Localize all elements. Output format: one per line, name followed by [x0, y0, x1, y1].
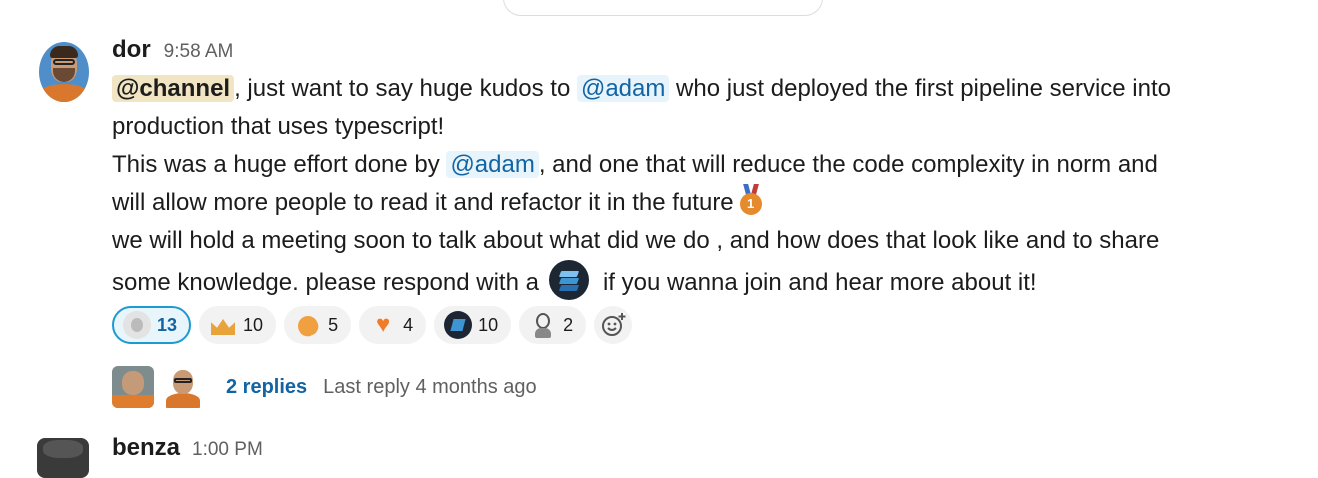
user-mention[interactable]: @adam: [446, 151, 539, 178]
message-text: who just deployed the first pipeline ser…: [669, 75, 1171, 102]
next-author-name[interactable]: benza: [112, 434, 180, 462]
crown-emoji-icon: [209, 311, 237, 339]
user-mention[interactable]: @adam: [576, 75, 670, 102]
message-text: , just want to say huge kudos to: [234, 75, 577, 102]
reaction-count: 10: [478, 314, 499, 335]
reaction-heart[interactable]: ♥ 4: [359, 306, 427, 344]
next-message-timestamp[interactable]: 1:00 PM: [192, 439, 263, 461]
reaction-bar: 13 10 5 ♥ 4 10 2: [112, 306, 633, 344]
face-emoji-icon: [123, 311, 151, 339]
add-emoji-icon: [602, 313, 626, 336]
message-text: will allow more people to read it and re…: [112, 189, 734, 216]
reaction-count: 2: [563, 314, 574, 335]
reaction-face[interactable]: 13: [112, 306, 192, 344]
message-text: , and one that will reduce the code comp…: [538, 151, 1158, 178]
orange-heart-emoji-icon: ♥: [375, 311, 391, 338]
medal-icon: 1: [738, 184, 764, 216]
reaction-count: 5: [328, 314, 339, 335]
message-line: will allow more people to read it and re…: [112, 184, 1307, 222]
add-reaction-button[interactable]: [594, 306, 633, 344]
date-divider-pill[interactable]: [503, 0, 823, 16]
reaction-count: 13: [157, 314, 178, 335]
clap-emoji-icon: [294, 311, 322, 339]
message-header: dor 9:58 AM: [112, 36, 233, 68]
replier-avatar: [112, 366, 154, 408]
message-timestamp[interactable]: 9:58 AM: [164, 41, 234, 63]
message-text: we will hold a meeting soon to talk abou…: [112, 227, 1160, 254]
next-message-header: benza 1:00 PM: [112, 434, 263, 462]
message-line: This was a huge effort done by @adam, an…: [112, 146, 1307, 184]
message-body: @channel, just want to say huge kudos to…: [112, 70, 1307, 300]
next-author-avatar[interactable]: [37, 438, 89, 478]
reaction-count: 10: [243, 314, 264, 335]
author-name[interactable]: dor: [112, 36, 151, 64]
message-line: we will hold a meeting soon to talk abou…: [112, 222, 1307, 260]
message-line: @channel, just want to say huge kudos to…: [112, 70, 1307, 108]
thread-summary[interactable]: 2 replies Last reply 4 months ago: [112, 366, 537, 408]
replier-avatar: [162, 366, 204, 408]
channel-mention[interactable]: @channel: [112, 75, 235, 102]
message-text: This was a huge effort done by: [112, 151, 447, 178]
message-text: if you wanna join and hear more about it…: [602, 269, 1037, 296]
message-text: production that uses typescript!: [112, 113, 445, 140]
reaction-stack[interactable]: 10: [434, 306, 512, 344]
message-line: production that uses typescript!: [112, 108, 1307, 146]
reaction-count: 4: [403, 314, 414, 335]
reaction-clap[interactable]: 5: [284, 306, 352, 344]
replies-link[interactable]: 2 replies: [226, 376, 307, 399]
reaction-crown[interactable]: 10: [199, 306, 277, 344]
reaction-person[interactable]: 2: [519, 306, 587, 344]
stack-emoji-icon: [444, 311, 473, 339]
person-emoji-icon: [529, 311, 557, 339]
stack-icon: [548, 260, 589, 300]
author-avatar[interactable]: [39, 42, 89, 102]
last-reply-text: Last reply 4 months ago: [323, 375, 537, 398]
message-text: some knowledge. please respond with a: [112, 269, 539, 296]
message-line: some knowledge. please respond with a if …: [112, 260, 1307, 300]
